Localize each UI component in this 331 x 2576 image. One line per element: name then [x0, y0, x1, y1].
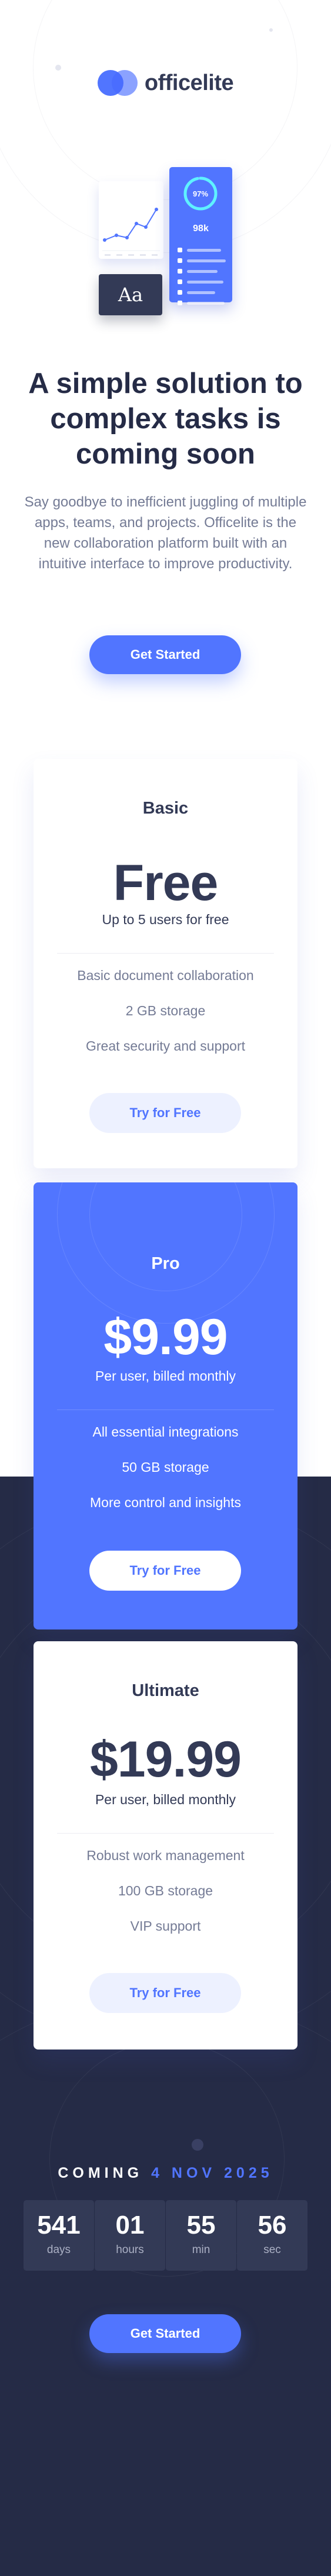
countdown-heading: COMING 4 NOV 2025 [0, 2165, 331, 2182]
logo[interactable]: officelite [94, 66, 237, 100]
stats-list [178, 245, 226, 308]
countdown-value: 56 [258, 2211, 287, 2240]
countdown-prefix: COMING [58, 2165, 143, 2181]
progress-ring-icon: 97% [183, 176, 218, 211]
get-started-button[interactable]: Get Started [89, 635, 241, 674]
countdown-value: 01 [115, 2211, 145, 2240]
get-started-button[interactable]: Get Started [89, 2314, 241, 2353]
plan-feature: Robust work management [86, 1848, 245, 1863]
countdown-date: 4 NOV 2025 [151, 2165, 273, 2181]
countdown-label: sec [263, 2244, 281, 2256]
countdown-label: days [46, 2244, 71, 2256]
plan-name: Basic [142, 799, 189, 818]
bg-dot [192, 2139, 203, 2151]
try-for-free-button[interactable]: Try for Free [89, 1093, 241, 1133]
page: officelite 97% 98k Aa A simple solution … [0, 0, 331, 2576]
countdown-value: 541 [37, 2211, 81, 2240]
line-chart-card [99, 181, 163, 259]
countdown-label: hours [116, 2244, 144, 2256]
plan-price: $19.99 [89, 1731, 242, 1788]
plan-name: Ultimate [132, 1681, 199, 1700]
hero-description: Say goodbye to inefficient juggling of m… [24, 494, 307, 572]
divider [57, 953, 274, 954]
divider [57, 1833, 274, 1834]
line-chart-icon [102, 208, 160, 256]
plan-card-pro: Pro $9.99 Per user, billed monthly All e… [34, 1182, 297, 1629]
plan-feature: 2 GB storage [125, 1003, 206, 1018]
font-card: Aa [99, 274, 162, 315]
logo-icon [97, 70, 138, 96]
plan-feature: Basic document collaboration [77, 968, 254, 983]
try-for-free-button[interactable]: Try for Free [89, 1551, 241, 1591]
progress-label: 97% [193, 189, 208, 198]
countdown-timer: 541 days 01 hours 55 min 56 sec [24, 2200, 307, 2271]
plan-subtitle: Up to 5 users for free [102, 912, 229, 927]
plan-price: $9.99 [103, 1309, 228, 1365]
plan-subtitle: Per user, billed monthly [95, 1792, 236, 1807]
countdown-label: min [192, 2244, 210, 2256]
plan-card-ultimate: Ultimate $19.99 Per user, billed monthly… [34, 1641, 297, 2050]
countdown-minutes: 55 min [166, 2200, 236, 2271]
bg-dot [55, 65, 61, 71]
stats-card: 97% 98k [169, 167, 232, 305]
plan-feature: All essential integrations [92, 1424, 239, 1439]
countdown-seconds: 56 sec [237, 2200, 307, 2271]
plan-feature: 50 GB storage [122, 1459, 209, 1475]
countdown-days: 541 days [24, 2200, 94, 2271]
plan-card-basic: Basic Free Up to 5 users for free Basic … [34, 759, 297, 1168]
hero-illustration: 97% 98k Aa [94, 165, 237, 321]
logo-text: officelite [144, 70, 234, 95]
plan-feature: Great security and support [85, 1038, 246, 1054]
stats-value: 98k [193, 224, 209, 234]
bg-ring [0, 1994, 331, 2576]
plan-feature: 100 GB storage [118, 1883, 213, 1898]
countdown-hours: 01 hours [95, 2200, 165, 2271]
hero-title: A simple solution to complex tasks is co… [28, 368, 303, 470]
try-for-free-button[interactable]: Try for Free [89, 1973, 241, 2013]
plan-subtitle: Per user, billed monthly [95, 1368, 236, 1384]
divider [57, 1409, 274, 1410]
plan-feature: VIP support [130, 1918, 201, 1934]
countdown-value: 55 [186, 2211, 216, 2240]
plan-name: Pro [151, 1254, 180, 1273]
plan-price: Free [113, 855, 219, 911]
plan-feature: More control and insights [90, 1495, 241, 1510]
bg-dot [269, 28, 273, 32]
